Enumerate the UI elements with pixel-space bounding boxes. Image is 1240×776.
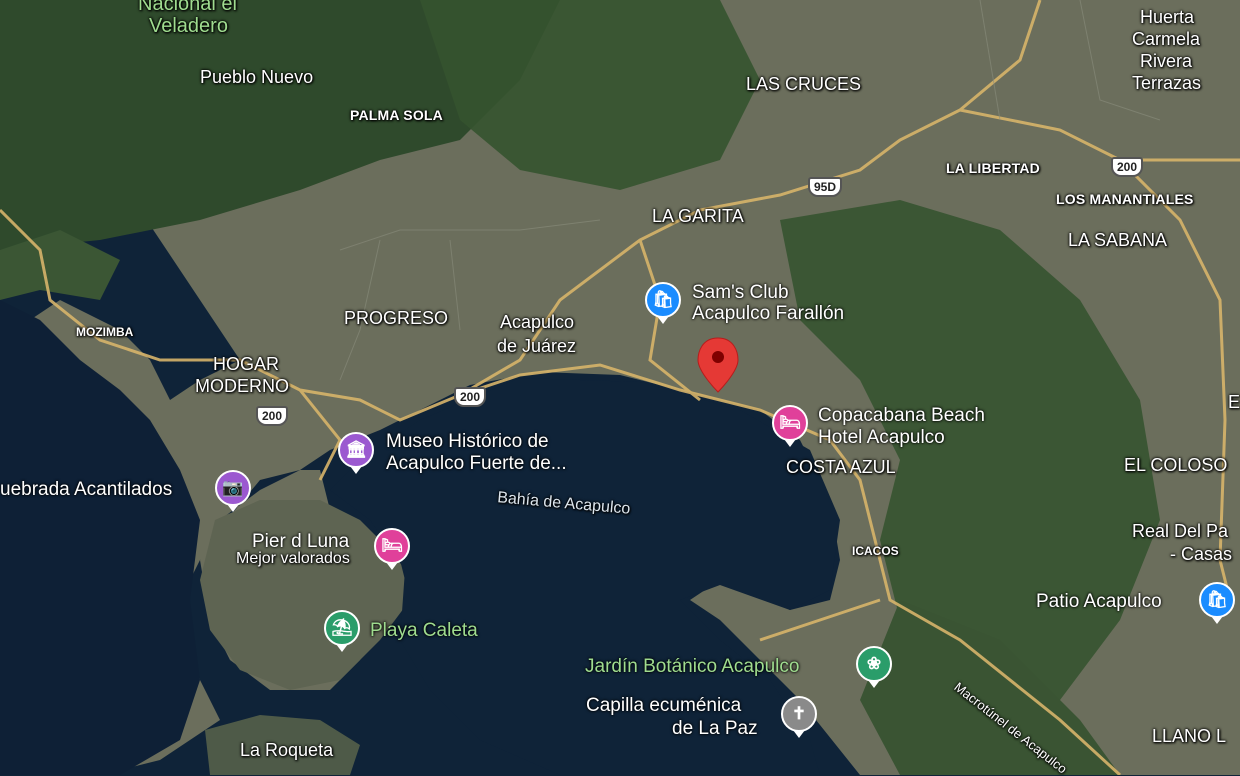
label-casas: - Casas (1170, 544, 1233, 564)
poi-museo-1[interactable]: Museo Histórico de (386, 431, 549, 453)
shopping-icon-2[interactable]: 🛍 (1199, 582, 1235, 624)
label-costa-azul: COSTA AZUL (786, 457, 896, 477)
label-los-manantiales: LOS MANANTIALES (1056, 191, 1194, 207)
label-la-libertad: LA LIBERTAD (946, 160, 1040, 176)
label-la-sabana: LA SABANA (1068, 230, 1168, 250)
hotel-icon-2[interactable]: 🛏 (374, 528, 410, 570)
poi-capilla-2[interactable]: de La Paz (672, 718, 758, 740)
poi-copacabana-1[interactable]: Copacabana Beach (818, 405, 985, 427)
label-de-juarez: de Juárez (497, 336, 577, 356)
label-rivera: Rivera (1140, 51, 1193, 71)
label-llano: LLANO L (1152, 726, 1227, 746)
museum-icon[interactable]: 🏛 (338, 432, 374, 474)
poi-quebrada[interactable]: uebrada Acantilados (0, 479, 172, 501)
garden-icon[interactable]: ❀ (856, 646, 892, 688)
label-acapulco: Acapulco (500, 312, 575, 332)
label-la-roqueta: La Roqueta (240, 740, 334, 760)
camera-icon[interactable]: 📷 (215, 470, 251, 512)
church-icon[interactable]: ✝ (781, 696, 817, 738)
hotel-icon[interactable]: 🛏 (772, 405, 808, 447)
label-mozimba: MOZIMBA (76, 325, 134, 339)
label-nacional: Nacional el (138, 0, 237, 15)
route-200-shield-east: 200 (1111, 157, 1144, 177)
shopping-icon[interactable]: 🛍 (645, 282, 681, 324)
location-pin-dot (712, 351, 724, 363)
label-el-coloso: EL COLOSO (1124, 455, 1228, 475)
poi-copacabana-2[interactable]: Hotel Acapulco (818, 427, 945, 449)
label-veladero: Veladero (149, 15, 228, 37)
label-progreso: PROGRESO (344, 308, 449, 328)
poi-jardin-botanico[interactable]: Jardín Botánico Acapulco (585, 656, 799, 678)
label-pueblo-nuevo: Pueblo Nuevo (200, 67, 314, 87)
beach-icon[interactable]: ⛱ (324, 610, 360, 652)
label-partial-e: E (1228, 392, 1240, 412)
label-terrazas: Terrazas (1132, 73, 1202, 93)
label-la-garita: LA GARITA (652, 206, 744, 226)
poi-pier-2: Mejor valorados (236, 550, 350, 567)
label-real-del-pa: Real Del Pa (1132, 521, 1229, 541)
label-palma-sola: PALMA SOLA (350, 107, 443, 123)
label-las-cruces: LAS CRUCES (746, 74, 862, 94)
label-moderno: MODERNO (195, 376, 289, 396)
poi-sams-2[interactable]: Acapulco Farallón (692, 303, 844, 325)
route-200-shield-west: 200 (256, 406, 289, 426)
poi-capilla-1[interactable]: Capilla ecuménica (586, 695, 741, 717)
route-200-shield-center: 200 (454, 387, 487, 407)
poi-sams-1[interactable]: Sam's Club (692, 282, 789, 304)
route-95d-shield: 95D (808, 177, 843, 197)
label-carmela: Carmela (1132, 29, 1201, 49)
poi-museo-2[interactable]: Acapulco Fuerte de... (386, 453, 567, 475)
label-hogar: HOGAR (213, 354, 280, 374)
label-icacos: ICACOS (852, 544, 899, 558)
poi-patio-acapulco[interactable]: Patio Acapulco (1036, 591, 1162, 613)
poi-playa-caleta[interactable]: Playa Caleta (370, 620, 478, 642)
label-huerta: Huerta (1140, 7, 1195, 27)
